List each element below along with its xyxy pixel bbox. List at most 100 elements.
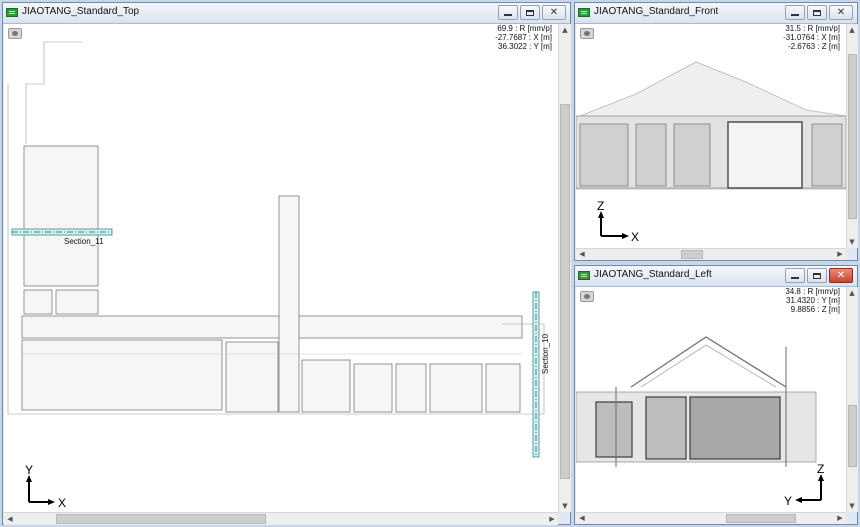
maximize-button[interactable] bbox=[807, 268, 827, 283]
scroll-up-icon[interactable]: ▲ bbox=[847, 25, 857, 35]
eye-icon[interactable] bbox=[8, 28, 22, 39]
left-view-titlebar[interactable]: JIAOTANG_Standard_Left ✕ bbox=[575, 266, 857, 287]
maximize-icon bbox=[813, 272, 821, 279]
front-view-pointcloud: Z X bbox=[576, 61, 846, 244]
vertical-scrollbar[interactable]: ▲ ▼ bbox=[846, 287, 858, 512]
pointcloud-app-icon bbox=[6, 8, 18, 17]
scroll-down-icon[interactable]: ▼ bbox=[847, 237, 857, 247]
vertical-scrollbar[interactable]: ▲ ▼ bbox=[558, 24, 571, 512]
coordinate-readout: 69.9 : R [mm/p] -27.7687 : X [m] 36.3022… bbox=[495, 24, 552, 51]
scroll-thumb[interactable] bbox=[848, 54, 857, 219]
pointcloud-app-icon bbox=[578, 8, 590, 17]
readout-resolution: 69.9 : R [mm/p] bbox=[497, 24, 552, 33]
left-view-canvas[interactable]: Z Y 34.8 : R [mm/p] 31.4320 : Y [m] 9.88… bbox=[576, 287, 846, 512]
readout-y: 31.4320 : Y [m] bbox=[786, 296, 840, 305]
minimize-icon bbox=[791, 14, 799, 16]
scroll-thumb[interactable] bbox=[560, 104, 570, 479]
scroll-thumb[interactable] bbox=[56, 514, 266, 524]
top-view-canvas[interactable]: Section_11 Section_10 Y X 69.9 : R [mm/p… bbox=[4, 24, 558, 512]
coordinate-readout: 34.8 : R [mm/p] 31.4320 : Y [m] 9.8856 :… bbox=[785, 287, 840, 314]
scroll-left-icon[interactable]: ◀ bbox=[577, 513, 587, 523]
building-outline bbox=[225, 341, 279, 413]
axis-z-label: Z bbox=[817, 462, 824, 476]
readout-x: -31.0764 : X [m] bbox=[783, 33, 840, 42]
eye-icon[interactable] bbox=[580, 28, 594, 39]
maximize-icon bbox=[526, 9, 534, 16]
wall-block bbox=[595, 401, 633, 458]
window-opening bbox=[579, 123, 629, 187]
window-title: JIAOTANG_Standard_Top bbox=[22, 6, 140, 17]
wall-block bbox=[645, 396, 687, 460]
minimize-button[interactable] bbox=[498, 5, 518, 20]
coordinate-readout: 31.5 : R [mm/p] -31.0764 : X [m] -2.6763… bbox=[783, 24, 840, 51]
scroll-up-icon[interactable]: ▲ bbox=[847, 288, 857, 298]
wall-trace bbox=[25, 42, 45, 144]
building-outline bbox=[395, 363, 427, 413]
window-title: JIAOTANG_Standard_Left bbox=[594, 269, 712, 280]
scroll-thumb[interactable] bbox=[681, 250, 703, 259]
axis-x-label: X bbox=[58, 496, 66, 510]
scroll-thumb[interactable] bbox=[848, 405, 857, 467]
wall-block bbox=[689, 396, 781, 460]
window-opening bbox=[673, 123, 711, 187]
scroll-up-icon[interactable]: ▲ bbox=[560, 25, 570, 35]
readout-x: -27.7687 : X [m] bbox=[495, 33, 552, 42]
building-outline bbox=[301, 359, 351, 413]
scroll-left-icon[interactable]: ◀ bbox=[577, 249, 587, 259]
building-outline bbox=[21, 339, 223, 411]
scroll-down-icon[interactable]: ▼ bbox=[847, 501, 857, 511]
building-outline bbox=[429, 363, 483, 413]
horizontal-scrollbar[interactable]: ◀ ▶ bbox=[4, 512, 558, 525]
section-11-label: Section_11 bbox=[64, 237, 104, 246]
top-view-window[interactable]: JIAOTANG_Standard_Top ✕ Section_11 Secti… bbox=[2, 2, 571, 525]
readout-y: 36.3022 : Y [m] bbox=[498, 42, 552, 51]
top-view-pointcloud: Section_11 Section_10 Y X bbox=[7, 41, 550, 510]
scroll-left-icon[interactable]: ◀ bbox=[5, 514, 15, 524]
top-view-titlebar[interactable]: JIAOTANG_Standard_Top ✕ bbox=[3, 3, 570, 24]
window-controls: ✕ bbox=[498, 5, 566, 21]
horizontal-scrollbar[interactable]: ◀ ▶ bbox=[576, 512, 846, 524]
building-outline bbox=[353, 363, 393, 413]
maximize-button[interactable] bbox=[520, 5, 540, 20]
minimize-button[interactable] bbox=[785, 5, 805, 20]
close-button[interactable]: ✕ bbox=[542, 5, 566, 20]
window-controls: ✕ bbox=[785, 268, 853, 284]
readout-z: 9.8856 : Z [m] bbox=[790, 305, 840, 314]
window-opening bbox=[811, 123, 843, 187]
front-view-canvas[interactable]: Z X 31.5 : R [mm/p] -31.0764 : X [m] -2.… bbox=[576, 24, 846, 248]
section-10-label: Section_10 bbox=[541, 333, 550, 374]
close-icon: ✕ bbox=[549, 6, 559, 18]
building-outline bbox=[55, 289, 99, 315]
maximize-icon bbox=[813, 9, 821, 16]
scroll-right-icon[interactable]: ▶ bbox=[547, 514, 557, 524]
horizontal-scrollbar[interactable]: ◀ ▶ bbox=[576, 248, 846, 260]
readout-resolution: 31.5 : R [mm/p] bbox=[785, 24, 840, 33]
building-outline bbox=[21, 315, 523, 339]
minimize-button[interactable] bbox=[785, 268, 805, 283]
building-outline bbox=[278, 195, 300, 413]
minimize-icon bbox=[791, 277, 799, 279]
vertical-scrollbar[interactable]: ▲ ▼ bbox=[846, 24, 858, 248]
window-controls: ✕ bbox=[785, 5, 853, 21]
readout-resolution: 34.8 : R [mm/p] bbox=[785, 287, 840, 296]
scroll-right-icon[interactable]: ▶ bbox=[835, 513, 845, 523]
axis-indicator: Y X bbox=[25, 463, 66, 510]
axis-indicator: Z X bbox=[597, 199, 639, 244]
building-outline bbox=[485, 363, 521, 413]
eye-icon[interactable] bbox=[580, 291, 594, 302]
close-icon: ✕ bbox=[836, 6, 846, 18]
axis-y-label: Y bbox=[784, 494, 792, 508]
window-opening bbox=[635, 123, 667, 187]
close-button[interactable]: ✕ bbox=[829, 268, 853, 283]
front-view-titlebar[interactable]: JIAOTANG_Standard_Front ✕ bbox=[575, 3, 857, 24]
maximize-button[interactable] bbox=[807, 5, 827, 20]
scroll-thumb[interactable] bbox=[726, 514, 796, 523]
close-button[interactable]: ✕ bbox=[829, 5, 853, 20]
left-view-window[interactable]: JIAOTANG_Standard_Left ✕ Z Y 34.8: R [m… bbox=[574, 265, 858, 525]
scroll-right-icon[interactable]: ▶ bbox=[835, 249, 845, 259]
roof-profile bbox=[640, 344, 777, 388]
building-outline bbox=[23, 145, 99, 287]
front-view-window[interactable]: JIAOTANG_Standard_Front ✕ Z X 31.5: R [… bbox=[574, 2, 858, 261]
scroll-down-icon[interactable]: ▼ bbox=[560, 501, 570, 511]
axis-indicator: Z Y bbox=[784, 462, 824, 508]
